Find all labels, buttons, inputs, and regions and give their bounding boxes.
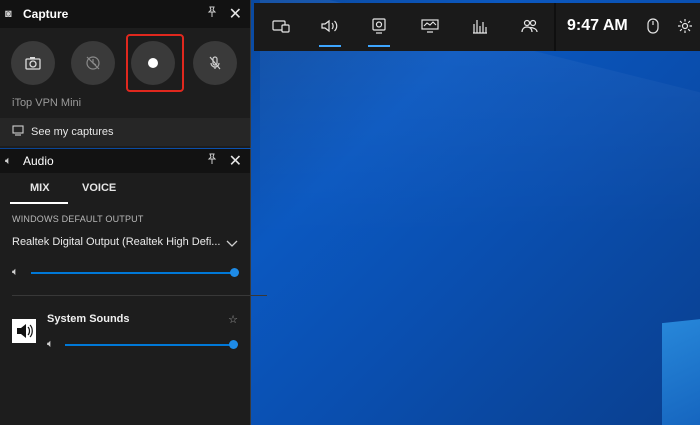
system-sounds-volume-thumb[interactable] <box>229 340 238 349</box>
camera-icon <box>25 56 41 70</box>
capture-widget-icon: ◙ <box>5 8 12 20</box>
audio-widget: 🔈︎ Audio ✕ MIX VOICE WINDOWS DEFAULT OUT… <box>0 149 267 425</box>
audio-tabs: MIX VOICE <box>0 173 250 204</box>
record-last-icon <box>85 55 101 71</box>
tab-selected-indicator <box>10 202 68 204</box>
settings-icon[interactable] <box>674 17 696 35</box>
chevron-down-icon[interactable] <box>226 235 238 251</box>
folder-icon <box>12 125 24 139</box>
output-device-dropdown[interactable]: Realtek Digital Output (Realtek High Def… <box>12 236 240 252</box>
app-name-system-sounds: System Sounds <box>47 313 130 325</box>
master-volume-slider[interactable] <box>31 272 234 274</box>
screenshot-button[interactable] <box>11 41 55 85</box>
performance-icon[interactable] <box>419 17 441 35</box>
capture-buttons <box>0 28 250 94</box>
record-last-button[interactable] <box>71 41 115 85</box>
mouse-icon[interactable] <box>642 17 664 35</box>
volume-icon: 🔈︎ <box>47 338 54 350</box>
favorite-star-icon[interactable]: ☆ <box>228 313 238 326</box>
clock: 9:47 AM <box>567 17 628 34</box>
master-volume-row: 🔈︎ <box>12 266 240 280</box>
tab-mix[interactable]: MIX <box>30 182 50 194</box>
social-icon[interactable] <box>519 17 541 35</box>
system-sounds-volume-row: 🔈︎ <box>47 338 240 352</box>
default-output-heading: WINDOWS DEFAULT OUTPUT <box>12 214 144 224</box>
pin-icon[interactable] <box>206 6 218 21</box>
see-my-captures-label: See my captures <box>31 126 114 138</box>
audio-active-indicator <box>319 45 341 47</box>
mic-off-icon <box>207 55 223 71</box>
capture-target-label: iTop VPN Mini <box>12 97 82 109</box>
capture-title: Capture <box>23 7 69 21</box>
master-volume-thumb[interactable] <box>230 268 239 277</box>
record-highlight-box <box>126 34 184 92</box>
audio-title: Audio <box>23 154 54 168</box>
game-bar-divider <box>554 3 556 51</box>
pin-icon[interactable] <box>206 153 218 168</box>
close-icon[interactable]: ✕ <box>229 151 242 171</box>
widget-menu-icon[interactable] <box>270 17 292 35</box>
volume-icon: 🔈︎ <box>12 266 19 278</box>
game-bar: 9:47 AM <box>254 3 700 51</box>
tab-voice[interactable]: VOICE <box>82 182 116 194</box>
system-sounds-volume-slider[interactable] <box>65 344 233 346</box>
speaker-icon: 🔈︎ <box>5 154 12 167</box>
system-sounds-icon <box>12 319 36 343</box>
wallpaper-window-pane <box>662 316 700 425</box>
close-icon[interactable]: ✕ <box>229 4 242 24</box>
wallpaper-light-beam <box>260 0 700 398</box>
capture-header: ◙ Capture ✕ <box>0 0 250 28</box>
capture-icon[interactable] <box>368 17 390 35</box>
see-my-captures-link[interactable]: See my captures <box>0 118 250 146</box>
divider <box>12 295 267 296</box>
resources-icon[interactable] <box>469 17 491 35</box>
mic-toggle-button[interactable] <box>193 41 237 85</box>
audio-icon[interactable] <box>319 17 341 35</box>
audio-header: 🔈︎ Audio ✕ <box>0 149 250 173</box>
capture-widget: ◙ Capture ✕ iTop VPN Mini See my capture… <box>0 0 251 148</box>
capture-active-indicator <box>368 45 390 47</box>
